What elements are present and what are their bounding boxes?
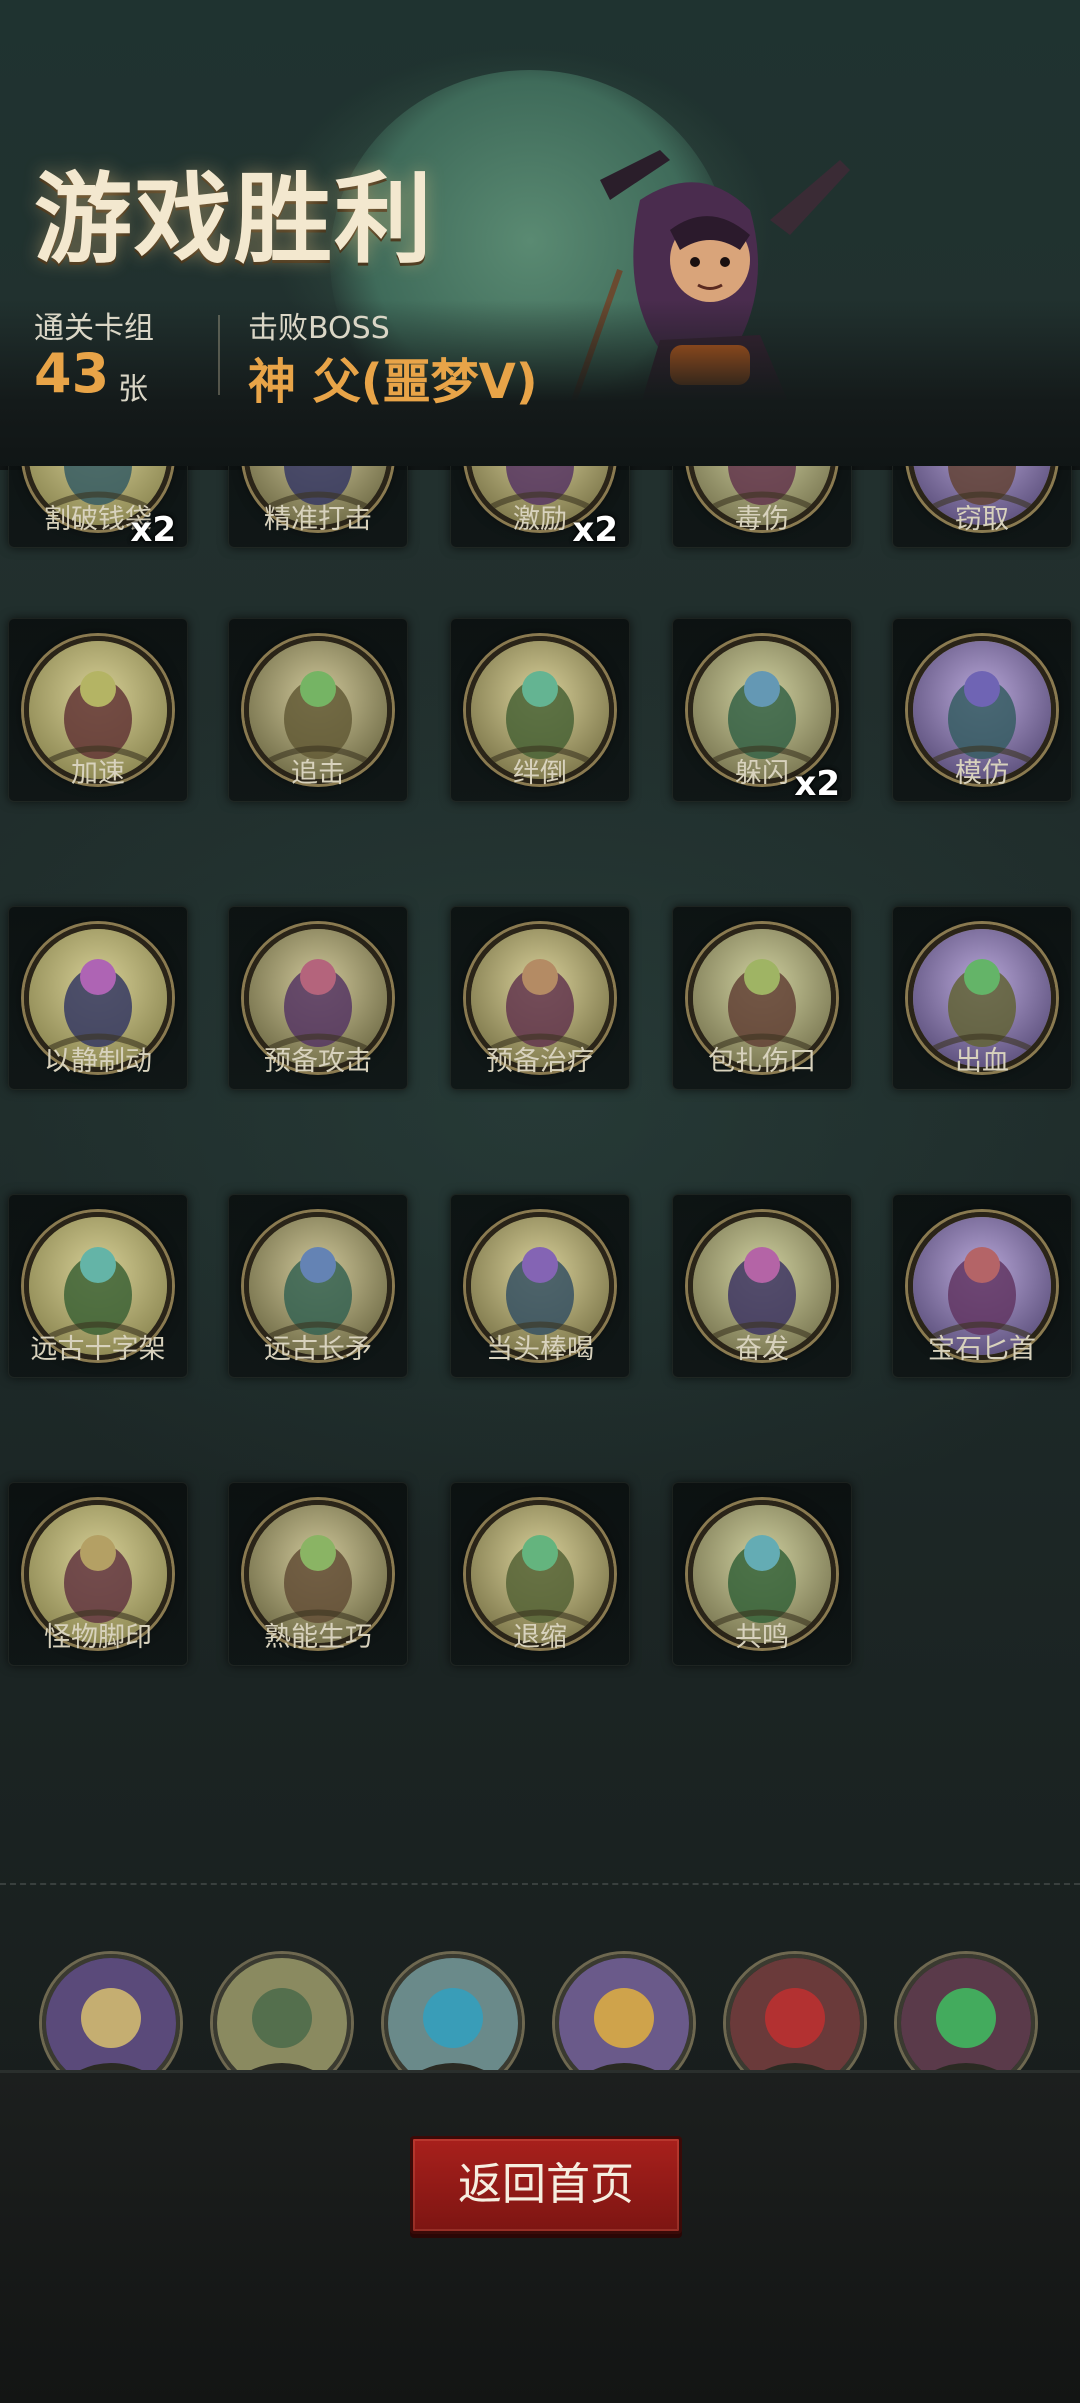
page-title: 游戏胜利 bbox=[34, 163, 435, 277]
card-奋发[interactable]: 奋发 bbox=[672, 1194, 852, 1378]
card-name: 熟能生巧 bbox=[264, 1622, 372, 1653]
card-name: 精准打击 bbox=[264, 504, 372, 535]
cards-hand-relic-icon[interactable] bbox=[384, 1954, 522, 2070]
card-name: 奋发 bbox=[735, 1334, 789, 1365]
card-包扎伤口[interactable]: 包扎伤口 bbox=[672, 906, 852, 1090]
card-怪物脚印[interactable]: 怪物脚印 bbox=[8, 1482, 188, 1666]
bottom-bar bbox=[0, 2070, 1080, 2403]
card-name: 远古长矛 bbox=[264, 1334, 372, 1365]
section-divider bbox=[0, 1883, 1080, 1885]
card-躲闪[interactable]: 躲闪 x2 bbox=[672, 618, 852, 804]
card-熟能生巧[interactable]: 熟能生巧 bbox=[228, 1482, 408, 1666]
cleared-deck-label: 通关卡组 bbox=[34, 311, 154, 346]
cleared-deck-unit: 张 bbox=[118, 372, 148, 407]
card-远古长矛[interactable]: 远古长矛 bbox=[228, 1194, 408, 1378]
card-精准打击[interactable]: 精准打击 bbox=[228, 466, 408, 548]
cleared-deck-count: 43 bbox=[34, 342, 110, 405]
card-name: 窃取 bbox=[955, 504, 1009, 535]
card-出血[interactable]: 出血 bbox=[892, 906, 1072, 1090]
card-name: 预备攻击 bbox=[264, 1046, 372, 1077]
card-割破钱袋[interactable]: 割破钱袋 x2 bbox=[8, 466, 188, 550]
boss-label: 击败BOSS bbox=[248, 311, 390, 346]
stat-divider bbox=[218, 315, 220, 395]
card-毒伤[interactable]: 毒伤 bbox=[672, 466, 852, 548]
card-name: 包扎伤口 bbox=[708, 1046, 816, 1077]
card-name: 出血 bbox=[955, 1046, 1009, 1077]
assassin-relic-icon[interactable] bbox=[726, 1954, 864, 2070]
card-预备治疗[interactable]: 预备治疗 bbox=[450, 906, 630, 1090]
card-name: 远古十字架 bbox=[30, 1334, 166, 1365]
card-name: 毒伤 bbox=[735, 504, 789, 535]
card-name: 预备治疗 bbox=[486, 1046, 594, 1077]
card-远古十字架[interactable]: 远古十字架 bbox=[8, 1194, 188, 1378]
card-当头棒喝[interactable]: 当头棒喝 bbox=[450, 1194, 630, 1378]
card-name: 追击 bbox=[291, 758, 345, 789]
card-count-badge: x2 bbox=[794, 764, 840, 804]
card-list[interactable]: 割破钱袋 x2 精准打击 激励 x2 毒伤 窃取加速 追击 绊倒 躲闪 x2 模仿以静制动 预备攻击 预备… bbox=[0, 466, 1080, 1736]
card-模仿[interactable]: 模仿 bbox=[892, 618, 1072, 802]
card-name: 宝石匕首 bbox=[928, 1334, 1036, 1365]
card-宝石匕首[interactable]: 宝石匕首 bbox=[892, 1194, 1072, 1378]
card-name: 加速 bbox=[71, 758, 125, 789]
card-以静制动[interactable]: 以静制动 bbox=[8, 906, 188, 1090]
card-name: 绊倒 bbox=[513, 758, 567, 789]
hill-silhouette bbox=[0, 300, 1080, 470]
card-窃取[interactable]: 窃取 bbox=[892, 466, 1072, 548]
gold-hand-relic-icon[interactable] bbox=[555, 1954, 693, 2070]
relic-row bbox=[0, 1940, 1080, 2070]
card-name: 模仿 bbox=[955, 758, 1009, 789]
card-name: 以静制动 bbox=[44, 1046, 152, 1077]
card-绊倒[interactable]: 绊倒 bbox=[450, 618, 630, 802]
card-name: 共鸣 bbox=[735, 1622, 789, 1653]
card-共鸣[interactable]: 共鸣 bbox=[672, 1482, 852, 1666]
card-退缩[interactable]: 退缩 bbox=[450, 1482, 630, 1666]
card-追击[interactable]: 追击 bbox=[228, 618, 408, 802]
cat-relic-icon[interactable] bbox=[42, 1954, 180, 2070]
card-name: 怪物脚印 bbox=[44, 1622, 152, 1653]
archer-relic-icon[interactable] bbox=[213, 1954, 351, 2070]
card-count-badge: x2 bbox=[130, 510, 176, 550]
card-name: 当头棒喝 bbox=[486, 1334, 594, 1365]
card-加速[interactable]: 加速 bbox=[8, 618, 188, 802]
card-预备攻击[interactable]: 预备攻击 bbox=[228, 906, 408, 1090]
boss-name: 神 父(噩梦V) bbox=[248, 354, 538, 410]
card-count-badge: x2 bbox=[572, 510, 618, 550]
ghoul-relic-icon[interactable] bbox=[897, 1954, 1035, 2070]
card-name: 退缩 bbox=[513, 1622, 567, 1653]
card-激励[interactable]: 激励 x2 bbox=[450, 466, 630, 550]
return-home-button[interactable]: 返回首页 bbox=[410, 2136, 682, 2234]
